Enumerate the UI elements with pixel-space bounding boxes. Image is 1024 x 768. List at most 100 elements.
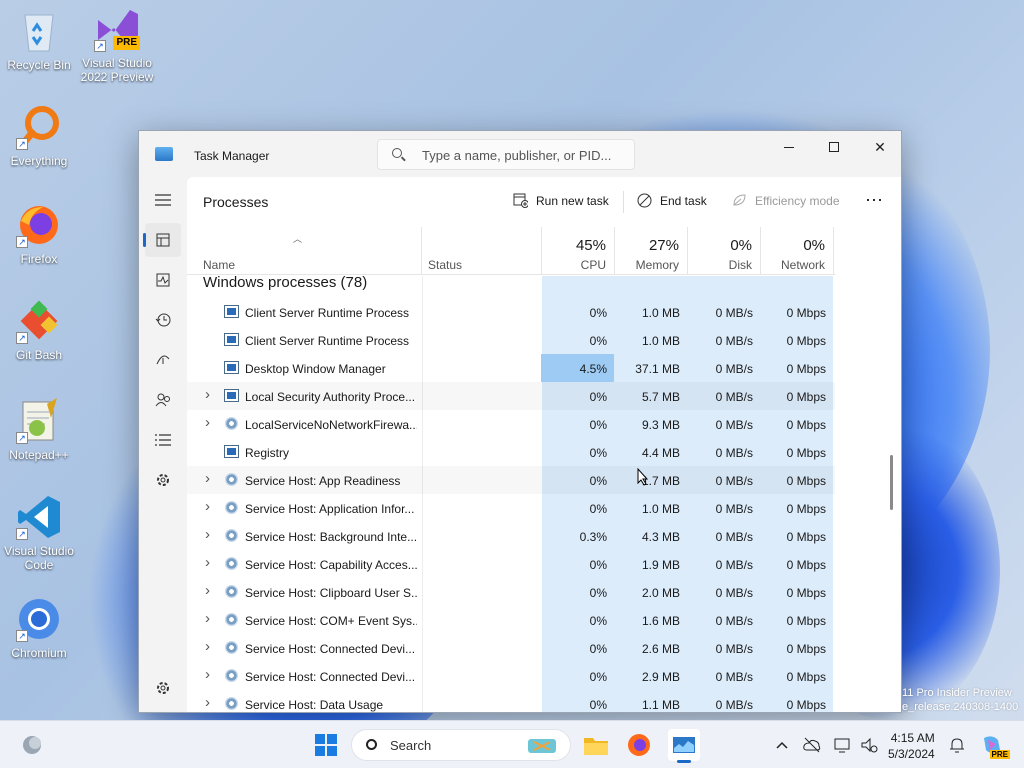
process-name: Client Server Runtime Process	[245, 306, 410, 320]
table-row[interactable]: › Service Host: Connected Devi... 0% 2.6 MB…	[187, 634, 835, 662]
column-network[interactable]: 0% Network	[761, 227, 834, 275]
table-row[interactable]: › Service Host: Capability Acces... 0% 1.9 …	[187, 550, 835, 578]
nav-processes[interactable]	[143, 223, 181, 257]
table-row[interactable]: Client Server Runtime Process 0% 1.0 MB 0 M…	[187, 326, 835, 354]
vertical-scrollbar[interactable]	[890, 455, 893, 510]
show-hidden-icons-button[interactable]	[766, 729, 798, 761]
widgets-button[interactable]	[16, 729, 48, 761]
desktop-icon-visual-studio-preview[interactable]: ↗ PRE Visual Studio 2022 Preview	[79, 6, 155, 84]
table-row[interactable]: › Service Host: Data Usage 0% 1.1 MB 0 MB/s 0…	[187, 690, 835, 712]
page-title: Processes	[203, 194, 269, 210]
sort-ascending-icon: ︿	[293, 234, 303, 244]
notifications-button[interactable]	[941, 729, 973, 761]
gear-icon	[224, 613, 239, 626]
table-row[interactable]: › Service Host: App Readiness 0% 1.7 MB 0 MB…	[187, 466, 835, 494]
table-row[interactable]: › Service Host: Connected Devi... 0% 2.9 MB…	[187, 662, 835, 690]
expand-chevron-icon[interactable]: ›	[205, 386, 210, 403]
desktop-icon-vscode[interactable]: ↗ Visual Studio Code	[1, 494, 77, 572]
minimize-button[interactable]	[766, 131, 812, 163]
process-network-value: 0 Mbps	[786, 698, 826, 712]
desktop-icon-firefox[interactable]: ↗ Firefox	[1, 202, 77, 266]
expand-chevron-icon[interactable]: ›	[205, 414, 210, 431]
expand-chevron-icon[interactable]: ›	[205, 470, 210, 487]
desktop-icon-notepad-plus-plus[interactable]: ↗ Notepad++	[1, 398, 77, 462]
shortcut-arrow-icon: ↗	[94, 40, 106, 52]
column-name[interactable]: ︿ Name	[187, 227, 422, 275]
expand-chevron-icon[interactable]: ›	[205, 694, 210, 711]
watermark-line: 11 Pro Insider Preview	[902, 687, 1012, 699]
process-cpu-value: 0%	[589, 558, 607, 572]
taskbar-task-manager[interactable]	[668, 729, 700, 763]
expand-chevron-icon[interactable]: ›	[205, 526, 210, 543]
taskbar-file-explorer[interactable]	[580, 729, 612, 761]
run-new-task-label: Run new task	[536, 193, 609, 208]
table-row[interactable]: › Service Host: Background Inte... 0.3% 4.3…	[187, 522, 835, 550]
table-row[interactable]: Client Server Runtime Process 0% 1.0 MB 0 M…	[187, 298, 835, 326]
taskbar-search[interactable]: Search	[351, 729, 571, 761]
nav-services[interactable]	[145, 463, 181, 497]
expand-chevron-icon[interactable]: ›	[205, 666, 210, 683]
process-network-value: 0 Mbps	[786, 586, 826, 600]
nav-app-history[interactable]	[145, 303, 181, 337]
desktop-icon-recycle-bin[interactable]: Recycle Bin	[1, 8, 77, 72]
nav-performance[interactable]	[145, 263, 181, 297]
desktop-icon-label: Notepad++	[9, 448, 69, 462]
search-box[interactable]	[377, 139, 635, 170]
process-name: Service Host: Data Usage	[245, 698, 384, 712]
table-row[interactable]: Registry 0% 4.4 MB 0 MB/s 0 Mbps	[187, 438, 835, 466]
desktop-icon-git-bash[interactable]: ↗ Git Bash	[1, 298, 77, 362]
table-row[interactable]: › LocalServiceNoNetworkFirewa... 0% 9.3 MB 0…	[187, 410, 835, 438]
desktop-icon-everything[interactable]: ↗ Everything	[1, 104, 77, 168]
nav-settings[interactable]	[145, 671, 181, 705]
start-button[interactable]	[310, 729, 342, 761]
table-row[interactable]: Desktop Window Manager 4.5% 37.1 MB 0 MB/s 0…	[187, 354, 835, 382]
taskbar-firefox[interactable]	[623, 729, 655, 761]
clock-date: 5/3/2024	[888, 747, 935, 761]
expand-chevron-icon[interactable]: ›	[205, 582, 210, 599]
process-network-value: 0 Mbps	[786, 614, 826, 628]
column-status[interactable]: Status	[422, 227, 542, 275]
task-manager-icon	[673, 737, 695, 753]
column-cpu[interactable]: 45% CPU	[542, 227, 615, 275]
expand-chevron-icon[interactable]: ›	[205, 610, 210, 627]
window-icon	[224, 333, 239, 346]
column-status-label: Status	[428, 258, 463, 272]
bell-icon	[950, 738, 964, 753]
tray-app-button[interactable]	[796, 729, 828, 761]
run-new-task-button[interactable]: Run new task	[513, 193, 609, 208]
title-bar[interactable]: Task Manager ✕	[139, 131, 901, 177]
table-row[interactable]: › Service Host: Application Infor... 0% 1.0…	[187, 494, 835, 522]
efficiency-mode-button[interactable]: Efficiency mode	[732, 193, 840, 208]
column-disk[interactable]: 0% Disk	[688, 227, 761, 275]
sound-button[interactable]	[853, 729, 885, 761]
nav-details[interactable]	[145, 423, 181, 457]
close-button[interactable]: ✕	[857, 131, 901, 163]
table-row[interactable]: › Service Host: Clipboard User S... 0% 2.0 …	[187, 578, 835, 606]
expand-chevron-icon[interactable]: ›	[205, 638, 210, 655]
expand-chevron-icon[interactable]: ›	[205, 498, 210, 515]
system-clock[interactable]: 4:15 AM 5/3/2024	[888, 730, 935, 762]
nav-startup-apps[interactable]	[145, 343, 181, 377]
group-header-windows-processes[interactable]: Windows processes (78)	[203, 276, 367, 294]
desktop-icon-chromium[interactable]: ↗ Chromium	[1, 596, 77, 660]
table-row[interactable]: › Service Host: COM+ Event Sys... 0% 1.6 MB…	[187, 606, 835, 634]
end-task-button[interactable]: End task	[637, 193, 707, 208]
expand-chevron-icon[interactable]: ›	[205, 554, 210, 571]
table-row[interactable]: › Local Security Authority Proce... 0% 5.7 …	[187, 382, 835, 410]
process-name: Client Server Runtime Process	[245, 334, 410, 348]
more-options-button[interactable]: ⋯	[865, 190, 883, 211]
nav-users[interactable]	[145, 383, 181, 417]
maximize-button[interactable]	[811, 131, 857, 163]
hamburger-menu-button[interactable]	[145, 183, 181, 217]
process-network-value: 0 Mbps	[786, 306, 826, 320]
process-network-value: 0 Mbps	[786, 670, 826, 684]
taskbar-search-label: Search	[390, 738, 432, 753]
process-disk-value: 0 MB/s	[715, 614, 753, 628]
process-name: Service Host: App Readiness	[245, 474, 401, 488]
gear-icon	[224, 473, 239, 486]
column-memory[interactable]: 27% Memory	[615, 227, 688, 275]
process-disk-value: 0 MB/s	[715, 362, 753, 376]
search-input[interactable]	[422, 146, 627, 164]
process-memory-value: 1.1 MB	[641, 698, 680, 712]
copilot-button[interactable]: PRE	[976, 729, 1010, 761]
